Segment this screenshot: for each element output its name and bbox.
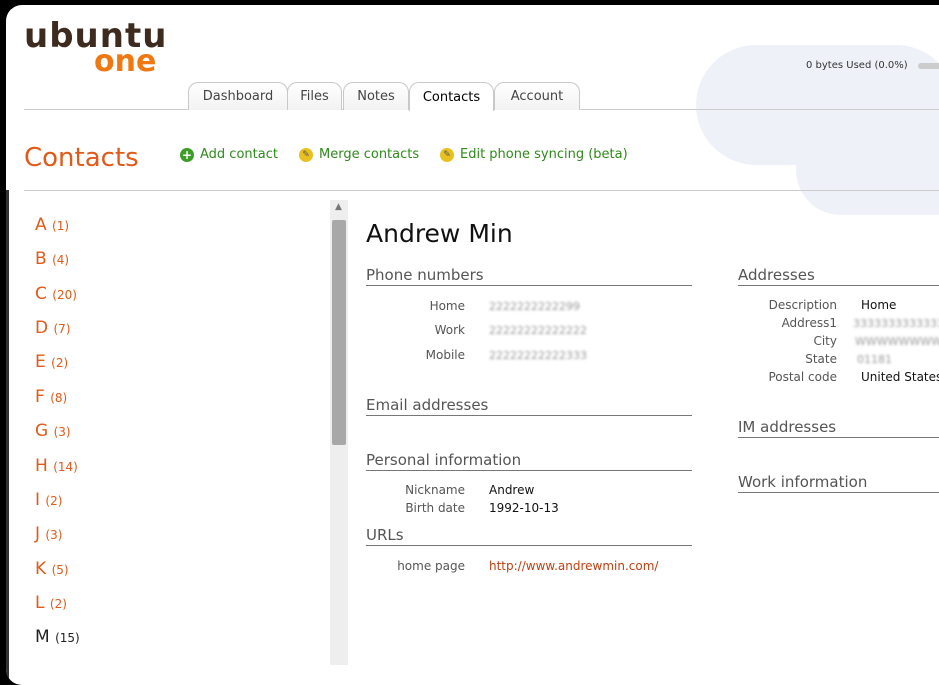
- letter-count: (2): [45, 494, 63, 508]
- letter-label: H: [35, 456, 48, 476]
- tab-notes[interactable]: Notes: [343, 82, 409, 110]
- merge-contacts-label: Merge contacts: [319, 147, 420, 162]
- letter-label: A: [35, 215, 47, 235]
- left-panel-border: [6, 190, 9, 685]
- letter-count: (2): [51, 356, 69, 370]
- letter-index-b[interactable]: B (4): [35, 249, 69, 269]
- letter-index-l[interactable]: L (2): [35, 593, 67, 613]
- letter-index-c[interactable]: C (20): [35, 284, 77, 304]
- letter-count: (2): [49, 597, 67, 611]
- add-contact-link[interactable]: + Add contact: [180, 147, 278, 162]
- letter-label: F: [35, 387, 45, 407]
- background-cloud: [796, 125, 939, 215]
- personal-information-heading: Personal information: [366, 451, 692, 471]
- nickname-value: Andrew: [489, 483, 535, 497]
- letter-count: (8): [50, 391, 68, 405]
- email-addresses-heading: Email addresses: [366, 396, 692, 416]
- phone-label: Work: [434, 323, 465, 337]
- edit-phone-syncing-label: Edit phone syncing (beta): [460, 147, 628, 162]
- merge-contacts-link[interactable]: ✎ Merge contacts: [299, 147, 419, 162]
- header-divider: [24, 190, 939, 191]
- ubuntu-one-logo[interactable]: ubuntu one: [24, 19, 167, 77]
- letter-index-k[interactable]: K (5): [35, 559, 69, 579]
- letter-index-e[interactable]: E (2): [35, 352, 68, 372]
- letter-count: (4): [52, 253, 70, 267]
- letter-index-m[interactable]: M (15): [35, 627, 80, 647]
- address-description-value: Home: [861, 298, 897, 312]
- contact-name: Andrew Min: [366, 219, 513, 248]
- city-label: City: [813, 334, 837, 348]
- storage-usage-text: 0 bytes Used (0.0%): [806, 60, 908, 71]
- tab-account[interactable]: Account: [494, 82, 580, 110]
- letter-count: (14): [53, 460, 78, 474]
- work-information-heading: Work information: [738, 473, 939, 493]
- letter-index-f[interactable]: F (8): [35, 387, 67, 407]
- scroll-up-arrow-icon[interactable]: ▲: [335, 202, 342, 212]
- letter-label: J: [35, 524, 41, 544]
- phone-label: Home: [429, 299, 465, 313]
- letter-index-d[interactable]: D (7): [35, 318, 71, 338]
- tab-contacts[interactable]: Contacts: [409, 82, 494, 111]
- phone-value: 2222222222299: [489, 300, 580, 313]
- address1-value: 33333333333333: [853, 317, 939, 330]
- storage-usage-bar: [918, 63, 939, 69]
- browser-page: ubuntu one 0 bytes Used (0.0%) Dashboard…: [6, 5, 939, 685]
- letter-index-j[interactable]: J (3): [35, 524, 62, 544]
- letter-count: (15): [55, 631, 80, 645]
- letter-count: (1): [52, 219, 70, 233]
- nickname-label: Nickname: [405, 483, 465, 497]
- letter-index-a[interactable]: A (1): [35, 215, 69, 235]
- edit-phone-syncing-link[interactable]: ✎ Edit phone syncing (beta): [440, 147, 628, 162]
- letter-label: B: [35, 249, 47, 269]
- phone-value: 22222222222333: [489, 349, 587, 362]
- homepage-link[interactable]: http://www.andrewmin.com/: [489, 559, 658, 573]
- tab-files[interactable]: Files: [287, 82, 342, 110]
- addresses-heading: Addresses: [738, 266, 939, 286]
- letter-label: L: [35, 593, 45, 613]
- letter-count: (3): [53, 425, 71, 439]
- state-label: State: [805, 352, 837, 366]
- letter-count: (5): [51, 563, 69, 577]
- phone-label: Mobile: [425, 348, 465, 362]
- birth-date-label: Birth date: [405, 501, 465, 515]
- urls-heading: URLs: [366, 526, 692, 546]
- city-value: WWWWWWWW: [855, 335, 939, 348]
- phone-value: 22222222222222: [489, 324, 587, 337]
- birth-date-value: 1992-10-13: [489, 501, 559, 515]
- letter-count: (7): [53, 322, 71, 336]
- page-title: Contacts: [24, 143, 139, 173]
- letter-index-i[interactable]: I (2): [35, 490, 62, 510]
- scrollbar-thumb[interactable]: [332, 220, 346, 445]
- letter-count: (3): [45, 528, 63, 542]
- letter-label: G: [35, 421, 49, 441]
- tab-dashboard[interactable]: Dashboard: [188, 82, 288, 110]
- address-description-label: Description: [768, 298, 837, 312]
- postal-code-value: United States: [861, 370, 939, 384]
- add-icon: +: [180, 147, 194, 162]
- letter-label: C: [35, 284, 47, 304]
- letter-label: D: [35, 318, 49, 338]
- letter-count: (20): [52, 288, 77, 302]
- letter-label: K: [35, 559, 47, 579]
- letter-index-g[interactable]: G (3): [35, 421, 71, 441]
- state-value: 01181: [857, 353, 892, 366]
- url-label: home page: [397, 559, 465, 573]
- phone-numbers-heading: Phone numbers: [366, 266, 692, 286]
- edit-icon: ✎: [299, 147, 313, 162]
- address1-label: Address1: [781, 316, 837, 330]
- add-contact-label: Add contact: [200, 147, 278, 162]
- letter-label: M: [35, 627, 50, 647]
- letter-label: I: [35, 490, 41, 510]
- postal-code-label: Postal code: [768, 370, 837, 384]
- im-addresses-heading: IM addresses: [738, 418, 939, 438]
- letter-label: E: [35, 352, 46, 372]
- edit-icon: ✎: [440, 147, 454, 162]
- letter-index-h[interactable]: H (14): [35, 456, 78, 476]
